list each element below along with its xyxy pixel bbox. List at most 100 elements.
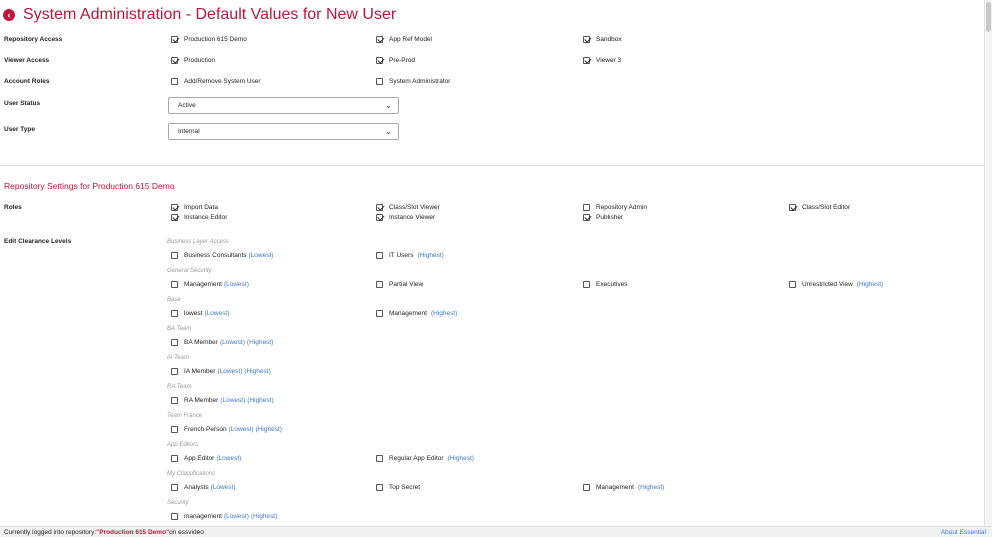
checkbox-viewer-production[interactable]: Production (171, 57, 215, 64)
clearance-checkbox[interactable]: BA Member (Lowest) (Highest) (171, 339, 273, 346)
checkbox-box[interactable] (171, 78, 178, 85)
checkbox-label: Repository Admin (596, 204, 647, 211)
checkbox-box[interactable] (171, 281, 178, 288)
checkbox-box[interactable] (376, 252, 383, 259)
clearance-checkbox[interactable]: IT Users (Highest) (376, 252, 444, 259)
checkbox-box[interactable] (171, 484, 178, 491)
checkbox-system-administrator[interactable]: System Administrator (376, 78, 450, 85)
checkbox-label: Instance Editor (184, 214, 228, 221)
clearance-checkbox[interactable]: Top Secret (376, 484, 424, 491)
checkbox-role-repository-admin[interactable]: Repository Admin (583, 204, 647, 211)
user-type-select[interactable]: Internal ⌄ (168, 123, 399, 140)
checkbox-role-publisher[interactable]: Publisher (583, 214, 623, 221)
checkbox-box[interactable] (376, 36, 383, 43)
lowest-tag: (Lowest) (217, 368, 243, 375)
checkbox-role-instance-viewer[interactable]: Instance Viewer (376, 214, 435, 221)
checkbox-label: Management (389, 310, 427, 317)
lowest-tag: (Lowest) (219, 339, 245, 346)
clearance-group-label: RA Team (167, 384, 192, 390)
checkbox-box[interactable] (171, 36, 178, 43)
highest-tag: (Highest) (247, 397, 274, 404)
checkbox-box[interactable] (171, 339, 178, 346)
checkbox-box[interactable] (376, 78, 383, 85)
checkbox-box[interactable] (583, 204, 590, 211)
clearance-checkbox[interactable]: Management (Lowest) (171, 281, 251, 288)
clearance-checkbox[interactable]: Management (Highest) (376, 310, 457, 317)
checkbox-box[interactable] (583, 214, 590, 221)
checkbox-box[interactable] (376, 310, 383, 317)
repository-settings-title: Repository Settings for Production 615 D… (4, 181, 175, 191)
vertical-scrollbar[interactable] (984, 0, 992, 526)
checkbox-repo-sandbox[interactable]: Sandbox (583, 36, 622, 43)
checkbox-box[interactable] (583, 484, 590, 491)
checkbox-box[interactable] (376, 204, 383, 211)
checkbox-label: RA Member (184, 397, 219, 404)
checkbox-box[interactable] (376, 484, 383, 491)
checkbox-box[interactable] (789, 204, 796, 211)
checkbox-repo-production-615-demo[interactable]: Production 615 Demo (171, 36, 247, 43)
checkbox-box[interactable] (171, 57, 178, 64)
clearance-group-label: Team France (167, 413, 203, 419)
edit-clearance-levels-label: Edit Clearance Levels (4, 238, 72, 245)
chevron-left-icon[interactable]: ‹ (3, 9, 15, 21)
checkbox-role-class-slot-viewer[interactable]: Class/Slot Viewer (376, 204, 440, 211)
clearance-checkbox[interactable]: lowest (Lowest) (171, 310, 231, 317)
checkbox-box[interactable] (376, 455, 383, 462)
checkbox-role-instance-editor[interactable]: Instance Editor (171, 214, 227, 221)
checkbox-label: Executives (596, 281, 628, 288)
checkbox-box[interactable] (583, 36, 590, 43)
clearance-checkbox[interactable]: IA Member (Lowest) (Highest) (171, 368, 271, 375)
user-type-label: User Type (4, 126, 35, 133)
about-essential-link[interactable]: About Essential (941, 529, 986, 536)
checkbox-box[interactable] (583, 281, 590, 288)
checkbox-viewer-pre-prod[interactable]: Pre-Prod (376, 57, 415, 64)
checkbox-label: IT Users (389, 252, 414, 259)
checkbox-role-class-slot-editor[interactable]: Class/Slot Editor (789, 204, 850, 211)
highest-tag: (Highest) (244, 368, 271, 375)
checkbox-box[interactable] (171, 204, 178, 211)
clearance-checkbox[interactable]: Executives (583, 281, 631, 288)
lowest-tag: (Lowest) (204, 310, 230, 317)
checkbox-viewer-3[interactable]: Viewer 3 (583, 57, 621, 64)
checkbox-box[interactable] (171, 455, 178, 462)
scrollbar-thumb[interactable] (986, 2, 991, 32)
user-status-select[interactable]: Active ⌄ (168, 97, 399, 114)
clearance-checkbox[interactable]: Partial View (376, 281, 427, 288)
checkbox-box[interactable] (171, 252, 178, 259)
clearance-checkbox[interactable]: French Person (Lowest) (Highest) (171, 426, 282, 433)
checkbox-box[interactable] (171, 397, 178, 404)
checkbox-box[interactable] (376, 214, 383, 221)
checkbox-label: Add/Remove System User (184, 78, 261, 85)
checkbox-box[interactable] (583, 57, 590, 64)
clearance-checkbox[interactable]: management (Lowest) (Highest) (171, 513, 277, 520)
checkbox-box[interactable] (376, 281, 383, 288)
checkbox-box[interactable] (789, 281, 796, 288)
checkbox-add-remove-system-user[interactable]: Add/Remove System User (171, 78, 261, 85)
checkbox-box[interactable] (171, 214, 178, 221)
clearance-group-label: General Security (167, 268, 212, 274)
checkbox-role-import-data[interactable]: Import Data (171, 204, 218, 211)
checkbox-label: lowest (184, 310, 203, 317)
checkbox-repo-app-ref-model[interactable]: App Ref Model (376, 36, 432, 43)
clearance-checkbox[interactable]: Regular App Editor (Highest) (376, 455, 474, 462)
checkbox-label: Import Data (184, 204, 218, 211)
checkbox-box[interactable] (376, 57, 383, 64)
clearance-checkbox[interactable]: Analysts (Lowest) (171, 484, 238, 491)
clearance-checkbox[interactable]: Management (Highest) (583, 484, 664, 491)
clearance-checkbox[interactable]: App Editor (Lowest) (171, 455, 243, 462)
clearance-checkbox[interactable]: Business Consultants (Lowest) (171, 252, 275, 259)
clearance-checkbox[interactable]: RA Member (Lowest) (Highest) (171, 397, 274, 404)
checkbox-box[interactable] (171, 310, 178, 317)
checkbox-label: Management (184, 281, 222, 288)
lowest-tag: (Lowest) (216, 455, 242, 462)
checkbox-label: Publisher (596, 214, 624, 221)
clearance-checkbox[interactable]: Unrestricted View (Highest) (789, 281, 883, 288)
checkbox-label: Sandbox (596, 36, 622, 43)
checkbox-label: Top Secret (389, 484, 421, 491)
checkbox-box[interactable] (171, 368, 178, 375)
checkbox-label: Class/Slot Editor (802, 204, 851, 211)
checkbox-box[interactable] (171, 426, 178, 433)
checkbox-box[interactable] (171, 513, 178, 520)
lowest-tag: (Lowest) (210, 484, 236, 491)
highest-tag: (Highest) (417, 252, 444, 259)
